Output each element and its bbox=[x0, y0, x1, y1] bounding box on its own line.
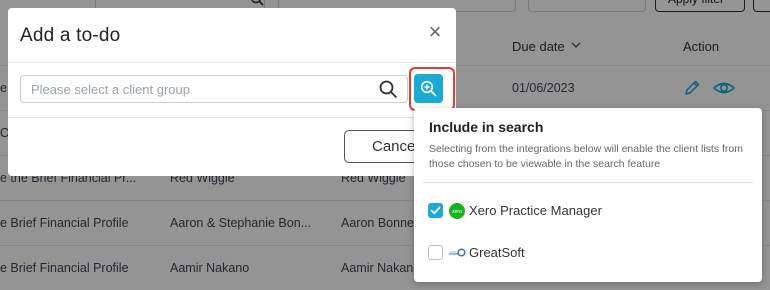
xero-checkbox[interactable] bbox=[428, 203, 443, 218]
divider bbox=[8, 117, 456, 118]
zoom-in-icon bbox=[420, 80, 437, 97]
xero-logo-text: xero bbox=[452, 209, 462, 215]
close-icon[interactable]: × bbox=[426, 21, 444, 43]
include-in-search-popover: Include in search Selecting from the int… bbox=[414, 108, 762, 282]
divider bbox=[8, 62, 456, 63]
greatsoft-checkbox[interactable] bbox=[428, 245, 443, 260]
greatsoft-option-label: GreatSoft bbox=[469, 245, 525, 260]
divider bbox=[423, 182, 753, 183]
checkmark-icon bbox=[430, 206, 441, 215]
xero-logo-icon: xero bbox=[449, 203, 465, 219]
search-filter-button[interactable] bbox=[414, 74, 443, 103]
search-icon[interactable] bbox=[378, 79, 398, 99]
client-group-input[interactable] bbox=[20, 75, 408, 103]
add-todo-modal: Add a to-do × Cancel bbox=[8, 8, 464, 176]
greatsoft-logo-icon bbox=[449, 248, 466, 257]
modal-title: Add a to-do bbox=[20, 25, 121, 46]
popover-description: Selecting from the integrations below wi… bbox=[429, 143, 743, 170]
xero-option-label: Xero Practice Manager bbox=[469, 203, 602, 218]
popover-title: Include in search bbox=[429, 119, 544, 135]
